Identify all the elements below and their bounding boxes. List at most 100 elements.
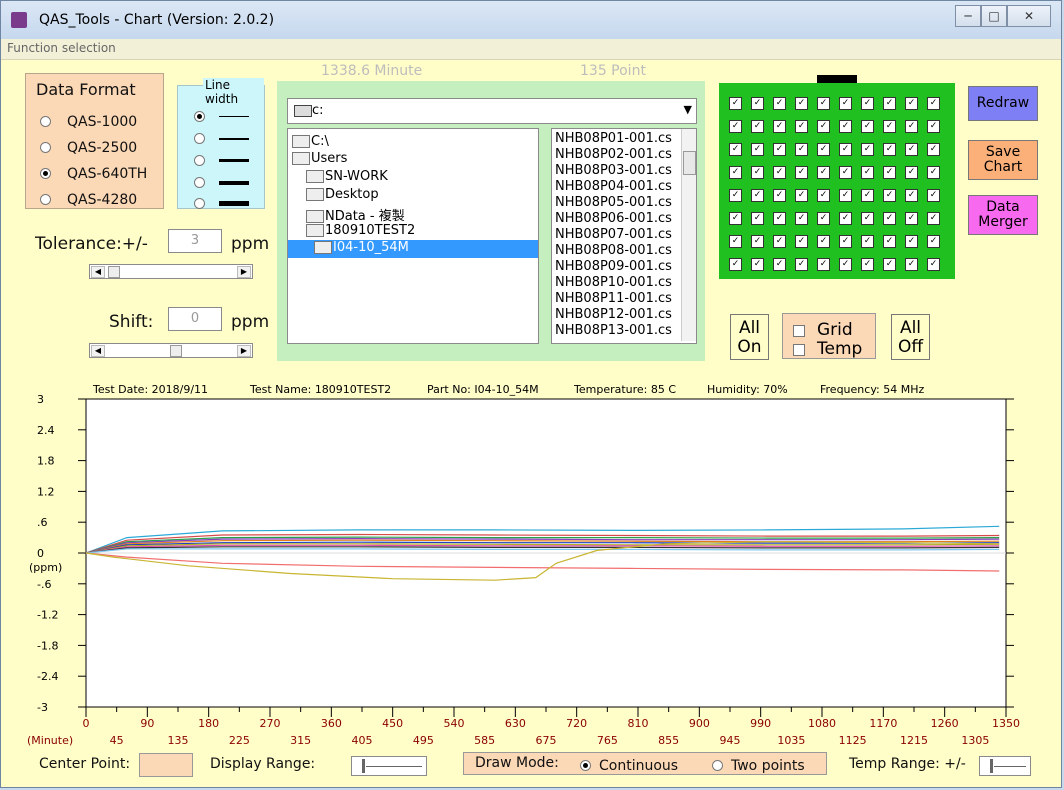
channel-checkbox[interactable]: ✓ [751,235,764,248]
tree-item[interactable]: NData - 複製 [306,205,405,224]
chevron-down-icon[interactable]: ▼ [684,103,692,116]
grid-toggle[interactable]: Grid [793,320,853,340]
radio-icon[interactable] [194,155,205,166]
draw-mode-continuous[interactable]: Continuous [580,755,678,774]
channel-checkbox[interactable]: ✓ [751,189,764,202]
channel-checkbox[interactable]: ✓ [839,97,852,110]
channel-checkbox[interactable]: ✓ [927,235,940,248]
channel-checkbox[interactable]: ✓ [839,120,852,133]
channel-checkbox[interactable]: ✓ [795,212,808,225]
channel-checkbox[interactable]: ✓ [861,212,874,225]
channel-checkbox[interactable]: ✓ [861,166,874,179]
checkbox-icon[interactable] [793,343,805,356]
shift-input[interactable]: 0 [168,307,222,331]
radio-icon[interactable] [194,198,205,209]
channel-checkbox[interactable]: ✓ [751,212,764,225]
channel-checkbox[interactable]: ✓ [883,212,896,225]
channel-checkbox[interactable]: ✓ [905,97,918,110]
scrollbar-thumb[interactable] [683,151,696,175]
channel-checkbox[interactable]: ✓ [883,166,896,179]
format-option-qas-4280[interactable]: QAS-4280 [40,189,137,208]
slider-thumb[interactable] [108,266,120,278]
channel-checkbox[interactable]: ✓ [817,97,830,110]
directory-tree[interactable]: C:\ Users SN-WORK Desktop NData - 複製 180… [287,128,539,344]
radio-icon[interactable] [194,177,205,188]
channel-checkbox[interactable]: ✓ [773,97,786,110]
channel-checkbox[interactable]: ✓ [773,235,786,248]
tree-item[interactable]: C:\ [292,134,329,149]
channel-checkbox[interactable]: ✓ [883,258,896,271]
channel-checkbox[interactable]: ✓ [773,212,786,225]
radio-selected-icon[interactable] [40,168,51,179]
channel-checkbox[interactable]: ✓ [751,258,764,271]
channel-checkbox[interactable]: ✓ [729,97,742,110]
line-width-option-5[interactable] [194,193,249,212]
channel-checkbox[interactable]: ✓ [839,212,852,225]
channel-checkbox[interactable]: ✓ [729,120,742,133]
channel-checkbox[interactable]: ✓ [883,97,896,110]
list-item[interactable]: NHB08P13-001.cs [555,323,672,338]
line-width-option-4[interactable] [194,172,249,191]
channel-checkbox[interactable]: ✓ [795,143,808,156]
channel-checkbox[interactable]: ✓ [817,120,830,133]
display-range-slider[interactable] [351,756,427,776]
tolerance-slider[interactable]: ◀ ▶ [89,264,253,279]
shift-slider[interactable]: ◀ ▶ [89,343,253,358]
channel-checkbox[interactable]: ✓ [795,97,808,110]
temp-toggle[interactable]: Temp [793,339,862,359]
channel-checkbox[interactable]: ✓ [729,235,742,248]
format-option-qas-640th[interactable]: QAS-640TH [40,163,147,182]
data-merger-button[interactable]: Data Merger [968,195,1038,235]
channel-checkbox[interactable]: ✓ [817,212,830,225]
channel-checkbox[interactable]: ✓ [729,189,742,202]
radio-icon[interactable] [40,142,51,153]
radio-icon[interactable] [712,760,723,771]
line-width-option-2[interactable] [194,128,249,147]
close-button[interactable]: ✕ [1007,5,1051,27]
channel-checkbox[interactable]: ✓ [861,258,874,271]
channel-checkbox[interactable]: ✓ [905,258,918,271]
line-width-option-3[interactable] [194,150,249,169]
channel-checkbox[interactable]: ✓ [905,212,918,225]
list-item[interactable]: NHB08P07-001.cs [555,227,672,242]
scroll-left-icon[interactable]: ◀ [91,266,105,278]
list-item[interactable]: NHB08P04-001.cs [555,179,672,194]
line-width-option-1[interactable] [194,106,249,125]
channel-checkbox[interactable]: ✓ [817,258,830,271]
tree-item[interactable]: Desktop [306,187,379,202]
channel-checkbox[interactable]: ✓ [883,235,896,248]
channel-checkbox[interactable]: ✓ [839,258,852,271]
channel-checkbox[interactable]: ✓ [795,235,808,248]
temp-range-slider[interactable] [979,756,1031,776]
scroll-right-icon[interactable]: ▶ [237,345,251,357]
draw-mode-two-points[interactable]: Two points [712,755,805,774]
channel-checkbox[interactable]: ✓ [795,120,808,133]
list-item[interactable]: NHB08P09-001.cs [555,259,672,274]
channel-checkbox[interactable]: ✓ [839,143,852,156]
channel-checkbox[interactable]: ✓ [861,97,874,110]
channel-checkbox[interactable]: ✓ [751,97,764,110]
channel-checkbox[interactable]: ✓ [927,258,940,271]
drive-select[interactable]: c: ▼ [287,98,697,124]
tree-item[interactable]: SN-WORK [306,169,388,184]
channel-checkbox[interactable]: ✓ [839,166,852,179]
channel-checkbox[interactable]: ✓ [817,143,830,156]
channel-checkbox[interactable]: ✓ [773,189,786,202]
minimize-button[interactable]: ─ [955,5,981,27]
channel-checkbox[interactable]: ✓ [839,189,852,202]
redraw-button[interactable]: Redraw [968,86,1038,121]
radio-icon[interactable] [194,133,205,144]
channel-checkbox[interactable]: ✓ [883,143,896,156]
list-item[interactable]: NHB08P03-001.cs [555,163,672,178]
list-item[interactable]: NHB08P01-001.cs [555,131,672,146]
channel-checkbox[interactable]: ✓ [927,189,940,202]
list-item[interactable]: NHB08P11-001.cs [555,291,672,306]
list-item[interactable]: NHB08P12-001.cs [555,307,672,322]
menu-function-selection[interactable]: Function selection [7,41,116,55]
file-list[interactable]: NHB08P01-001.cs NHB08P02-001.cs NHB08P03… [551,128,697,344]
list-item[interactable]: NHB08P06-001.cs [555,211,672,226]
channel-checkbox[interactable]: ✓ [817,235,830,248]
channel-checkbox[interactable]: ✓ [751,143,764,156]
channel-checkbox[interactable]: ✓ [751,120,764,133]
tree-item[interactable]: 180910TEST2 [306,223,415,238]
